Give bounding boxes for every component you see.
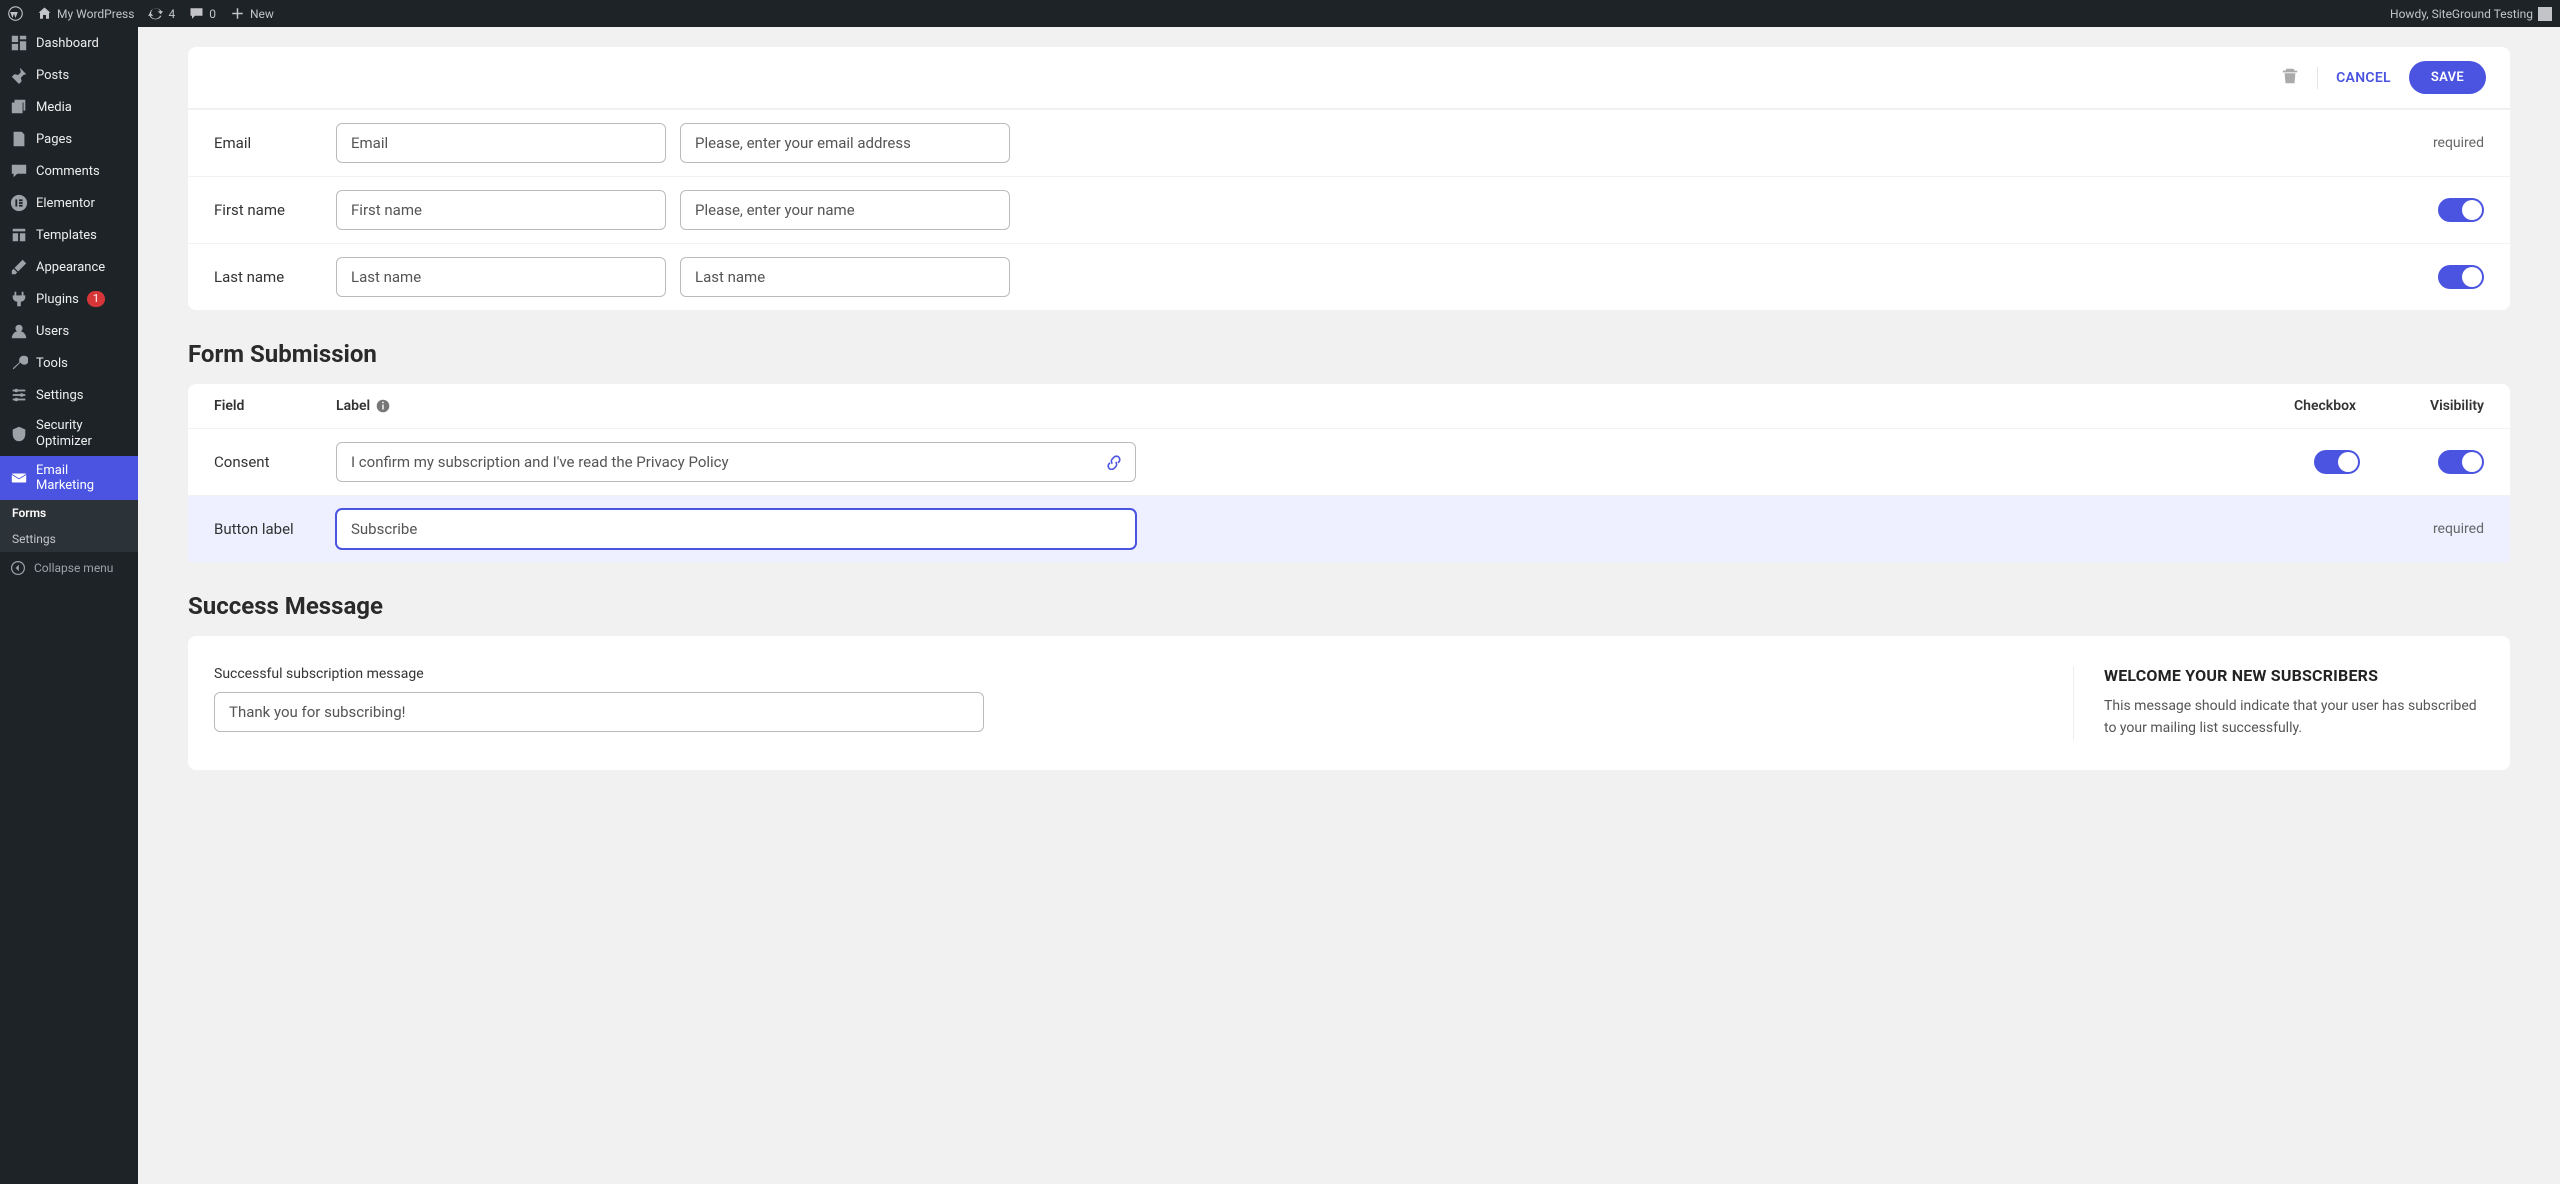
field-name: Consent [214, 453, 336, 471]
save-button[interactable]: SAVE [2409, 61, 2486, 94]
th-label: Label [336, 398, 2294, 414]
howdy-link[interactable]: Howdy, SiteGround Testing [2390, 7, 2552, 21]
dashboard-icon [10, 34, 28, 52]
menu-email-marketing[interactable]: Email Marketing [0, 456, 138, 500]
wordpress-icon [8, 6, 23, 21]
field-name: First name [214, 201, 322, 219]
submission-card: Field Label Checkbox Visibility Consent … [188, 384, 2510, 562]
menu-templates[interactable]: Templates [0, 219, 138, 251]
wp-logo[interactable] [8, 6, 23, 21]
button-label-input[interactable] [336, 509, 1136, 549]
visibility-toggle[interactable] [2438, 198, 2484, 222]
field-name: Last name [214, 268, 322, 286]
welcome-text: This message should indicate that your u… [2104, 695, 2484, 740]
admin-bar: My WordPress 4 0 New Howdy, SiteGround T… [0, 0, 2560, 27]
required-text: required [2433, 135, 2484, 151]
email-label-input[interactable] [336, 123, 666, 163]
lastname-label-input[interactable] [336, 257, 666, 297]
cancel-button[interactable]: CANCEL [2336, 70, 2391, 86]
fields-card: CANCEL SAVE Email required First name La… [188, 47, 2510, 310]
updates-link[interactable]: 4 [148, 6, 175, 21]
email-placeholder-input[interactable] [680, 123, 1010, 163]
comment-icon [10, 162, 28, 180]
email-icon [10, 469, 28, 487]
section-title-success: Success Message [188, 592, 2510, 620]
success-card: Successful subscription message WELCOME … [188, 636, 2510, 770]
section-title-submission: Form Submission [188, 340, 2510, 368]
lastname-placeholder-input[interactable] [680, 257, 1010, 297]
visibility-toggle[interactable] [2438, 450, 2484, 474]
submenu: Forms Settings [0, 500, 138, 552]
field-name: Email [214, 134, 322, 152]
menu-dashboard[interactable]: Dashboard [0, 27, 138, 59]
plugin-badge: 1 [87, 291, 105, 307]
collapse-menu[interactable]: Collapse menu [0, 552, 138, 584]
elementor-icon [10, 194, 28, 212]
link-icon[interactable] [1106, 454, 1122, 470]
row-consent: Consent [188, 428, 2510, 495]
user-icon [10, 322, 28, 340]
menu-media[interactable]: Media [0, 91, 138, 123]
brush-icon [10, 258, 28, 276]
comments-link[interactable]: 0 [189, 6, 216, 21]
th-visibility: Visibility [2404, 398, 2484, 414]
menu-settings[interactable]: Settings [0, 379, 138, 411]
row-button-label: Button label required [188, 495, 2510, 562]
collapse-icon [10, 560, 26, 576]
menu-appearance[interactable]: Appearance [0, 251, 138, 283]
card-actions: CANCEL SAVE [188, 47, 2510, 109]
shield-icon [10, 425, 28, 443]
settings-icon [10, 386, 28, 404]
pin-icon [10, 66, 28, 84]
media-icon [10, 98, 28, 116]
submenu-forms[interactable]: Forms [0, 500, 138, 526]
plus-icon [230, 6, 245, 21]
menu-elementor[interactable]: Elementor [0, 187, 138, 219]
site-link[interactable]: My WordPress [37, 6, 134, 21]
refresh-icon [148, 6, 163, 21]
menu-comments[interactable]: Comments [0, 155, 138, 187]
templates-icon [10, 226, 28, 244]
table-header: Field Label Checkbox Visibility [188, 384, 2510, 428]
menu-users[interactable]: Users [0, 315, 138, 347]
success-label: Successful subscription message [214, 666, 2047, 682]
checkbox-toggle[interactable] [2314, 450, 2360, 474]
th-checkbox: Checkbox [2294, 398, 2404, 414]
menu-posts[interactable]: Posts [0, 59, 138, 91]
plug-icon [10, 290, 28, 308]
comment-icon [189, 6, 204, 21]
menu-plugins[interactable]: Plugins1 [0, 283, 138, 315]
success-message-input[interactable] [214, 692, 984, 732]
firstname-placeholder-input[interactable] [680, 190, 1010, 230]
menu-security[interactable]: Security Optimizer [0, 411, 138, 456]
visibility-toggle[interactable] [2438, 265, 2484, 289]
home-icon [37, 6, 52, 21]
menu-tools[interactable]: Tools [0, 347, 138, 379]
consent-input[interactable] [336, 442, 1136, 482]
firstname-label-input[interactable] [336, 190, 666, 230]
field-name: Button label [214, 520, 336, 538]
trash-icon [2281, 67, 2299, 85]
th-field: Field [214, 398, 336, 414]
submenu-settings[interactable]: Settings [0, 526, 138, 552]
delete-button[interactable] [2281, 67, 2318, 89]
main-content: CANCEL SAVE Email required First name La… [138, 27, 2560, 1184]
field-row-lastname: Last name [188, 243, 2510, 310]
new-link[interactable]: New [230, 6, 274, 21]
welcome-heading: WELCOME YOUR NEW SUBSCRIBERS [2104, 666, 2484, 685]
required-text: required [2294, 521, 2484, 537]
menu-pages[interactable]: Pages [0, 123, 138, 155]
info-icon [376, 399, 390, 413]
page-icon [10, 130, 28, 148]
avatar-icon [2538, 7, 2552, 21]
wrench-icon [10, 354, 28, 372]
field-row-firstname: First name [188, 176, 2510, 243]
field-row-email: Email required [188, 109, 2510, 176]
admin-sidebar: Dashboard Posts Media Pages Comments Ele… [0, 27, 138, 1184]
